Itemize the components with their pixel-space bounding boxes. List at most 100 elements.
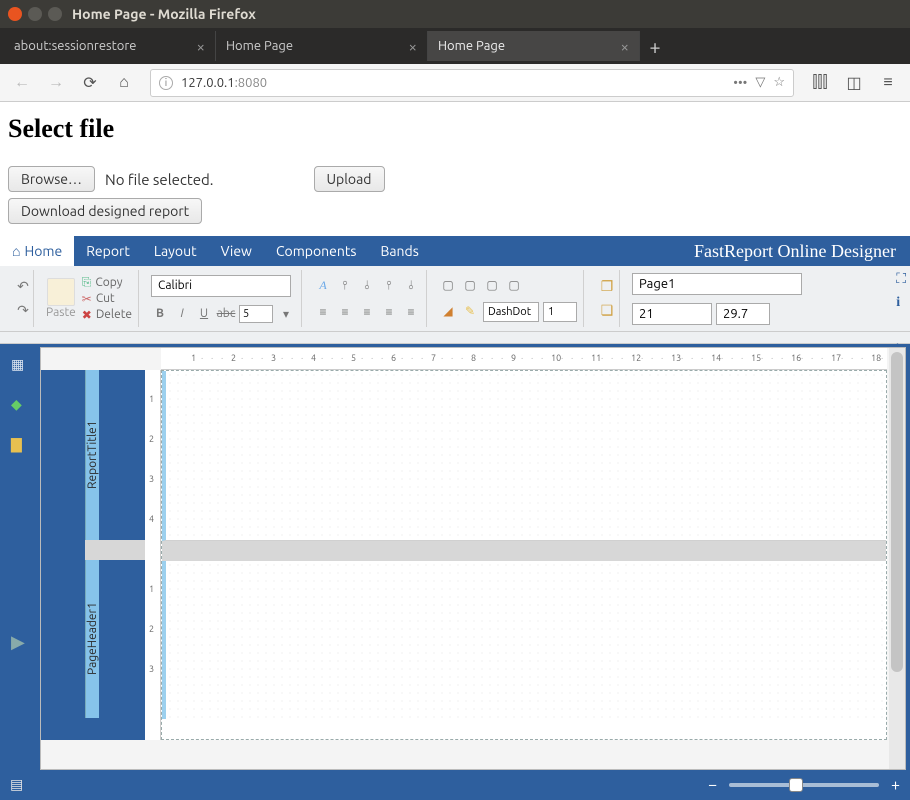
browser-tab[interactable]: Home Page ×	[216, 31, 428, 61]
menu-view[interactable]: View	[209, 236, 264, 266]
scissors-icon: ✂	[82, 292, 92, 306]
bookmark-icon[interactable]: ☆	[773, 75, 785, 90]
browser-tab-active[interactable]: Home Page ×	[428, 31, 640, 61]
tab-label: Home Page	[226, 39, 293, 53]
design-canvas-container: 1···2···3···4···5···6···7···8···9···10··…	[40, 347, 906, 770]
align-extra-icon[interactable]: ≡	[402, 303, 420, 321]
align-middle-icon[interactable]: ⫰	[358, 277, 376, 295]
page-width-input[interactable]	[632, 303, 712, 325]
tool-green-icon[interactable]: ◆	[11, 396, 29, 414]
band-pageheader[interactable]: PageHeader1	[85, 560, 99, 718]
page-icon[interactable]: ▤	[10, 776, 28, 794]
menu-layout[interactable]: Layout	[142, 236, 209, 266]
zoom-slider[interactable]	[729, 783, 879, 787]
highlight-icon[interactable]: ✎	[461, 302, 479, 320]
undo-icon[interactable]: ↶	[12, 276, 34, 298]
menu-report[interactable]: Report	[74, 236, 142, 266]
layer-back-icon[interactable]: ❏	[596, 300, 618, 322]
menu-icon[interactable]: ≡	[874, 69, 902, 97]
format-a-icon[interactable]: A	[314, 277, 332, 295]
page-name-input[interactable]	[632, 273, 802, 295]
align-center-icon[interactable]: ≡	[336, 303, 354, 321]
align-bottom-icon[interactable]: ⫯	[380, 277, 398, 295]
tool-note-icon[interactable]: ▇	[11, 436, 29, 454]
play-icon[interactable]: ▶	[11, 632, 29, 650]
tab-close-icon[interactable]: ×	[621, 38, 629, 55]
back-icon[interactable]: ←	[8, 69, 36, 97]
url-bar[interactable]: i 127.0.0.1:8080 ••• ▽ ☆	[150, 69, 794, 97]
canvas-gap	[162, 541, 886, 561]
sidebar-icon[interactable]: ◫	[840, 69, 868, 97]
design-canvas[interactable]	[161, 370, 887, 740]
zoom-out-button[interactable]: −	[708, 776, 717, 794]
window-minimize-icon[interactable]	[28, 7, 42, 21]
layer-front-icon[interactable]: ❐	[596, 276, 618, 298]
file-status: No file selected.	[105, 171, 214, 188]
download-report-button[interactable]: Download designed report	[8, 198, 202, 224]
align-right-icon[interactable]: ≡	[358, 303, 376, 321]
info-icon[interactable]: i	[896, 295, 906, 311]
upload-button[interactable]: Upload	[314, 166, 385, 192]
designer-statusbar: ▤ − +	[0, 770, 910, 800]
border-3-icon[interactable]: ▢	[483, 276, 501, 294]
zoom-in-button[interactable]: +	[891, 776, 900, 794]
canvas-band-header[interactable]	[162, 561, 886, 719]
align-justify-icon[interactable]: ≡	[380, 303, 398, 321]
menu-home[interactable]: ⌂Home	[0, 236, 74, 266]
pocket-icon[interactable]: ▽	[755, 75, 765, 90]
window-maximize-icon[interactable]	[48, 7, 62, 21]
reload-icon[interactable]: ⟳	[76, 69, 104, 97]
font-family-select[interactable]	[151, 275, 291, 297]
page-height-input[interactable]	[716, 303, 770, 325]
tab-label: about:sessionrestore	[14, 39, 136, 53]
page-actions-icon[interactable]: •••	[733, 76, 747, 90]
library-icon[interactable]: ⫿⫿⫿	[806, 69, 834, 97]
forward-icon[interactable]: →	[42, 69, 70, 97]
align-top-icon[interactable]: ⫯	[336, 277, 354, 295]
italic-icon[interactable]: I	[173, 305, 191, 323]
vertical-scrollbar[interactable]	[889, 348, 905, 769]
align-v4-icon[interactable]: ⫰	[402, 277, 420, 295]
border-1-icon[interactable]: ▢	[439, 276, 457, 294]
scrollbar-thumb[interactable]	[891, 352, 903, 672]
fill-icon[interactable]: ◢	[439, 302, 457, 320]
left-toolbox: ▦ ◆ ▇ ▶	[0, 344, 40, 770]
font-size-input[interactable]	[239, 305, 273, 323]
line-width-select[interactable]	[543, 302, 577, 322]
border-4-icon[interactable]: ▢	[505, 276, 523, 294]
fullscreen-icon[interactable]: ⛶	[896, 270, 906, 287]
vertical-ruler: 1234123	[145, 370, 161, 740]
horizontal-ruler: 1···2···3···4···5···6···7···8···9···10··…	[161, 348, 887, 370]
redo-icon[interactable]: ↷	[12, 300, 34, 322]
site-info-icon[interactable]: i	[159, 76, 173, 90]
border-2-icon[interactable]: ▢	[461, 276, 479, 294]
line-style-select[interactable]	[483, 302, 539, 322]
align-left-icon[interactable]: ≡	[314, 303, 332, 321]
zoom-slider-thumb[interactable]	[789, 778, 803, 792]
browser-tabstrip: about:sessionrestore × Home Page × Home …	[0, 28, 910, 64]
tab-label: Home Page	[438, 39, 505, 53]
browse-button[interactable]: Browse…	[8, 166, 95, 192]
home-icon[interactable]: ⌂	[110, 69, 138, 97]
tab-close-icon[interactable]: ×	[409, 38, 417, 55]
new-tab-button[interactable]: +	[640, 35, 670, 58]
band-reporttitle[interactable]: ReportTitle1	[85, 370, 99, 540]
menu-bands[interactable]: Bands	[368, 236, 430, 266]
underline-icon[interactable]: U	[195, 305, 213, 323]
paste-button[interactable]: Paste	[46, 278, 76, 319]
strike-icon[interactable]: abc	[217, 305, 235, 323]
window-title: Home Page - Mozilla Firefox	[72, 6, 256, 22]
window-close-icon[interactable]	[8, 7, 22, 21]
chevron-down-icon[interactable]: ▾	[277, 305, 295, 323]
copy-button[interactable]: ⎘Copy	[82, 276, 132, 290]
browser-navbar: ← → ⟳ ⌂ i 127.0.0.1:8080 ••• ▽ ☆ ⫿⫿⫿ ◫ ≡	[0, 64, 910, 102]
tool-grid-icon[interactable]: ▦	[11, 356, 29, 374]
bold-icon[interactable]: B	[151, 305, 169, 323]
cut-button[interactable]: ✂Cut	[82, 292, 132, 306]
browser-tab[interactable]: about:sessionrestore ×	[4, 31, 216, 61]
delete-button[interactable]: ✖Delete	[82, 308, 132, 322]
clipboard-icon	[47, 278, 75, 306]
canvas-band-title[interactable]	[162, 371, 886, 541]
tab-close-icon[interactable]: ×	[197, 38, 205, 55]
menu-components[interactable]: Components	[264, 236, 369, 266]
